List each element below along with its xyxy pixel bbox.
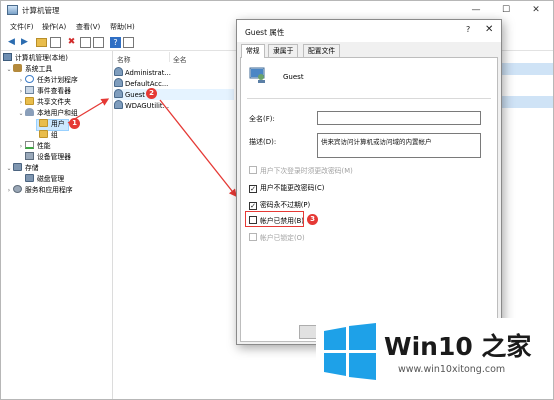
- checkmark-icon[interactable]: ✓: [249, 202, 257, 210]
- guest-properties-dialog: Guest 属性 ? ✕ 常规 隶属于 配置文件 Guest 全名(F): 描述…: [236, 19, 502, 345]
- highlight-box: [245, 211, 304, 227]
- fullname-label: 全名(F):: [249, 115, 275, 123]
- checkbox-box[interactable]: [249, 166, 257, 174]
- dialog-close-button[interactable]: ✕: [485, 24, 493, 35]
- windows-logo-icon: [324, 323, 376, 380]
- description-field[interactable]: 供来宾访问计算机或访问域的内置帐户: [317, 133, 481, 158]
- arrow-to-dialog: [159, 99, 237, 198]
- step-badge-3: 3: [307, 214, 318, 225]
- checkmark-icon[interactable]: ✓: [249, 185, 257, 193]
- fullname-field[interactable]: [317, 111, 481, 125]
- watermark-url: www.win10xitong.com: [398, 364, 506, 375]
- step-badge-2: 2: [146, 88, 157, 99]
- description-label: 描述(D):: [249, 138, 277, 146]
- tab-general[interactable]: 常规: [241, 44, 265, 58]
- step-badge-1: 1: [69, 118, 80, 129]
- dialog-help-button[interactable]: ?: [466, 25, 470, 34]
- checkbox-box[interactable]: [249, 233, 257, 241]
- user-name-heading: Guest: [283, 73, 304, 81]
- user-account-icon: [249, 67, 265, 83]
- account-locked-checkbox[interactable]: 帐户已锁定(O): [249, 233, 305, 244]
- watermark-brand: Win10 之家: [384, 332, 532, 361]
- cannot-change-password-checkbox[interactable]: ✓ 用户不能更改密码(C): [249, 183, 324, 194]
- tab-member-of[interactable]: 隶属于: [268, 44, 299, 57]
- dialog-title-bar: Guest 属性 ? ✕: [237, 20, 501, 42]
- must-change-password-checkbox[interactable]: 用户下次登录时须更改密码(M): [249, 166, 353, 177]
- dialog-title: Guest 属性: [245, 28, 285, 37]
- tab-profile[interactable]: 配置文件: [303, 44, 341, 57]
- separator: [247, 98, 491, 99]
- password-never-expires-checkbox[interactable]: ✓ 密码永不过期(P): [249, 200, 310, 211]
